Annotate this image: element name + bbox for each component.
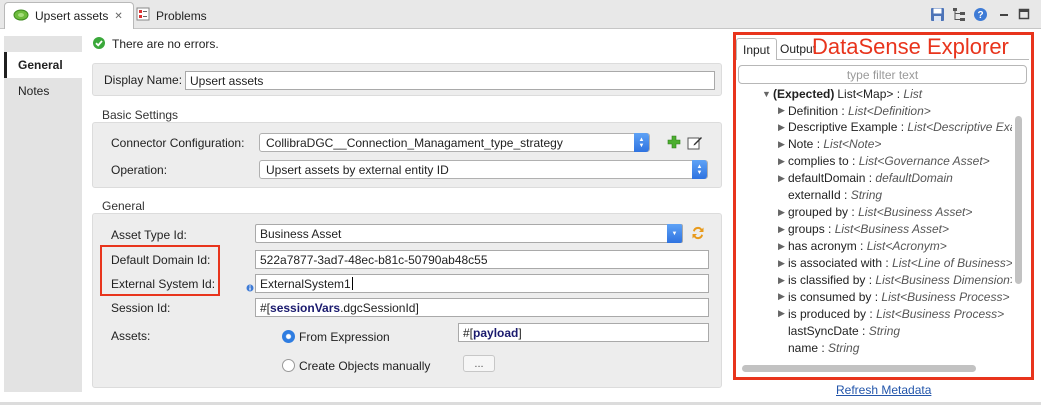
connector-config-value: CollibraDGC__Connection_Managament_type_… <box>266 135 563 150</box>
session-keyword: sessionVars <box>270 300 341 315</box>
tree-icon[interactable] <box>950 5 968 23</box>
from-expression-radio[interactable] <box>282 330 295 343</box>
general-section-title: General <box>102 199 145 213</box>
chevron-down-icon: ▼ <box>667 224 682 243</box>
session-prefix: #[ <box>260 300 271 315</box>
info-icon <box>246 281 254 295</box>
session-suffix: .dgcSessionId] <box>340 300 419 315</box>
validation-status: There are no errors. <box>92 34 312 54</box>
operation-value: Upsert assets by external entity ID <box>266 162 449 177</box>
status-text: There are no errors. <box>112 37 219 51</box>
tab-general[interactable]: General <box>4 52 82 78</box>
expression-suffix: ] <box>518 325 522 340</box>
refresh-metadata-link[interactable]: Refresh Metadata <box>836 383 931 397</box>
basic-settings-title: Basic Settings <box>102 108 179 122</box>
default-domain-label: Default Domain Id: <box>111 253 211 267</box>
refresh-sync-icon[interactable] <box>690 225 706 244</box>
check-circle-icon <box>92 36 106 53</box>
help-icon[interactable]: ? <box>971 5 989 23</box>
tab-label: Upsert assets <box>35 9 109 23</box>
external-system-label: External System Id: <box>111 277 216 291</box>
svg-text:?: ? <box>977 10 983 21</box>
mule-config-icon <box>13 9 29 24</box>
tab-notes[interactable]: Notes <box>4 78 82 104</box>
session-id-input[interactable]: #[sessionVars .dgcSessionId] <box>255 298 709 317</box>
assets-expression-input[interactable]: #[payload] <box>458 323 709 342</box>
create-objects-radio[interactable] <box>282 359 295 372</box>
tab-label: Problems <box>156 8 207 23</box>
assets-label: Assets: <box>111 329 151 343</box>
text-cursor <box>351 277 353 290</box>
external-system-value: ExternalSystem1 <box>260 276 351 291</box>
datasense-highlight-box <box>733 32 1034 380</box>
close-icon[interactable]: ✕ <box>114 11 122 22</box>
problems-icon <box>136 7 150 24</box>
display-name-input[interactable]: Upsert assets <box>185 71 715 90</box>
expression-keyword: payload <box>473 325 519 340</box>
display-name-label: Display Name: <box>104 73 183 87</box>
asset-type-label: Asset Type Id: <box>111 228 187 242</box>
tab-problems[interactable]: Problems <box>128 3 228 28</box>
expression-prefix: #[ <box>463 325 474 340</box>
operation-label: Operation: <box>111 163 168 177</box>
tab-upsert-assets[interactable]: Upsert assets ✕ <box>4 2 134 29</box>
asset-type-select[interactable]: Business Asset ▼ <box>255 224 683 243</box>
maximize-icon[interactable] <box>1015 5 1033 23</box>
ellipsis-button[interactable]: ... <box>463 355 495 372</box>
default-domain-input[interactable]: 522a7877-3ad7-48ec-b81c-50790ab48c55 <box>255 250 709 269</box>
operation-select[interactable]: Upsert assets by external entity ID ▲ ▼ <box>259 160 708 179</box>
create-objects-label: Create Objects manually <box>299 359 431 373</box>
save-icon[interactable] <box>928 5 946 23</box>
session-id-label: Session Id: <box>111 301 171 315</box>
chevron-updown-icon: ▲ ▼ <box>692 160 707 179</box>
from-expression-label: From Expression <box>299 330 390 344</box>
asset-type-value: Business Asset <box>260 226 342 241</box>
connector-config-select[interactable]: CollibraDGC__Connection_Managament_type_… <box>259 133 650 152</box>
minimize-icon[interactable] <box>995 5 1013 23</box>
connector-config-label: Connector Configuration: <box>111 136 245 150</box>
chevron-updown-icon: ▲ ▼ <box>634 133 649 152</box>
edit-config-icon[interactable] <box>687 135 703 153</box>
external-system-input[interactable]: ExternalSystem1 <box>255 274 709 293</box>
add-config-icon[interactable] <box>667 135 681 152</box>
